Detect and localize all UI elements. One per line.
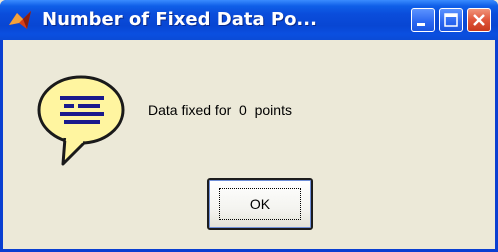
dialog-window: Number of Fixed Data Po... Data fixed fo… xyxy=(0,0,498,252)
minimize-button[interactable] xyxy=(411,8,435,32)
close-icon xyxy=(473,14,485,26)
maximize-button[interactable] xyxy=(439,8,463,32)
ok-button-label: OK xyxy=(249,196,271,212)
message-text: Data fixed for 0 points xyxy=(148,102,292,118)
help-speech-bubble-icon xyxy=(37,75,125,166)
close-button[interactable] xyxy=(467,8,491,32)
minimize-icon xyxy=(417,23,425,26)
title-bar[interactable]: Number of Fixed Data Po... xyxy=(0,0,498,40)
maximize-icon xyxy=(444,13,458,27)
matlab-icon xyxy=(9,11,31,29)
window-title: Number of Fixed Data Po... xyxy=(42,9,317,30)
dialog-body: Data fixed for 0 points OK xyxy=(3,40,495,249)
ok-button[interactable]: OK xyxy=(207,178,313,230)
